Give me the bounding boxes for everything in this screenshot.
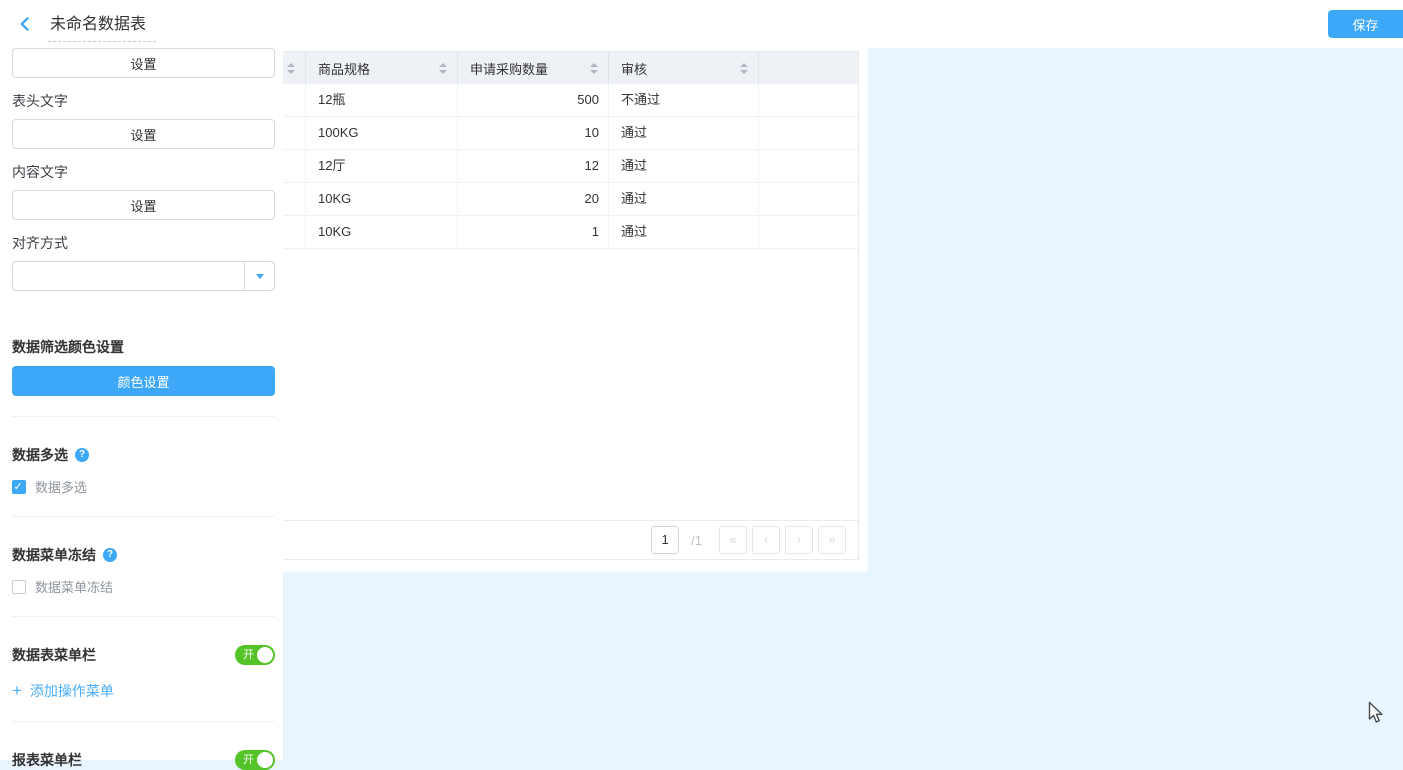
menu-freeze-title: 数据菜单冻结 ? [12,545,275,565]
pager-controls: 1 /1 « ‹ › » [651,526,846,554]
sort-arrows-icon[interactable] [439,63,447,74]
add-action-menu-link[interactable]: + 添加操作菜单 [12,681,275,701]
cell-product-spec: 100KG [306,117,458,149]
color-settings-button[interactable]: 颜色设置 [12,366,275,396]
column-label: 申请采购数量 [470,59,548,78]
mouse-cursor [1368,701,1386,725]
cell-product-spec: 10KG [306,183,458,215]
back-chevron-icon [16,15,34,33]
multi-select-title: 数据多选 ? [12,445,275,465]
table-menu-title: 数据表菜单栏 [12,645,96,665]
sort-arrows-icon[interactable] [740,63,748,74]
cell-purchase-qty: 12 [458,150,609,182]
column-header-product-spec[interactable]: 商品规格 [306,52,458,84]
page-title[interactable]: 未命名数据表 [48,7,156,42]
column-label: 商品规格 [318,59,370,78]
cell-purchase-qty: 1 [458,216,609,248]
cell-empty [759,183,858,215]
report-menu-row: 报表菜单栏 开 [12,750,275,770]
cell-empty [759,150,858,182]
cell-purchase-qty: 500 [458,84,609,116]
sort-arrows-icon[interactable] [287,63,295,74]
help-icon[interactable]: ? [75,448,89,462]
toggle-on-switch[interactable]: 开 [235,750,275,770]
back-button[interactable] [12,11,38,37]
checkbox-label: 数据多选 [35,477,87,496]
cell-review: 通过 [609,183,759,215]
cell-empty [759,117,858,149]
divider [12,616,275,617]
column-header-empty [759,52,858,84]
chevron-down-icon [244,262,274,290]
cell-product-spec: 12瓶 [306,84,458,116]
report-menu-title: 报表菜单栏 [12,750,82,770]
divider [12,721,275,722]
cell-review: 不通过 [609,84,759,116]
theme-color-set-button[interactable]: 设置 [12,48,275,78]
save-button[interactable]: 保存 [1328,10,1403,38]
header-text-label: 表头文字 [12,91,275,111]
alignment-value [13,262,244,290]
top-bar: 未命名数据表 保存 [0,0,1403,48]
checkbox-label: 数据菜单冻结 [35,577,113,596]
column-header-purchase-qty[interactable]: 申请采购数量 [458,52,609,84]
cell-product-spec: 12厅 [306,150,458,182]
current-page-input[interactable]: 1 [651,526,679,554]
cell-review: 通过 [609,216,759,248]
settings-panel: 主题色 设置 表头文字 设置 内容文字 设置 对齐方式 数据筛选颜色设置 颜色设… [0,0,283,760]
divider [12,516,275,517]
divider [12,416,275,417]
cell-empty [759,84,858,116]
cell-purchase-qty: 20 [458,183,609,215]
cell-purchase-qty: 10 [458,117,609,149]
prev-page-button[interactable]: ‹ [752,526,780,554]
header-text-set-button[interactable]: 设置 [12,119,275,149]
cell-review: 通过 [609,117,759,149]
cell-review: 通过 [609,150,759,182]
multi-select-checkbox-row[interactable]: 数据多选 [12,477,275,496]
column-label: 审核 [621,59,647,78]
plus-icon: + [12,681,22,701]
filter-color-title: 数据筛选颜色设置 [12,337,275,357]
sort-arrows-icon[interactable] [590,63,598,74]
add-action-menu-label: 添加操作菜单 [30,681,114,701]
next-page-button[interactable]: › [785,526,813,554]
alignment-label: 对齐方式 [12,233,275,253]
last-page-button[interactable]: » [818,526,846,554]
help-icon[interactable]: ? [103,548,117,562]
page-total-label: /1 [691,533,702,548]
cell-empty [759,216,858,248]
checkbox-checked-icon[interactable] [12,480,26,494]
column-header-review[interactable]: 审核 [609,52,759,84]
menu-freeze-checkbox-row[interactable]: 数据菜单冻结 [12,577,275,596]
first-page-button[interactable]: « [719,526,747,554]
toggle-on-switch[interactable]: 开 [235,645,275,665]
content-text-label: 内容文字 [12,162,275,182]
content-text-set-button[interactable]: 设置 [12,190,275,220]
alignment-select[interactable] [12,261,275,291]
checkbox-unchecked-icon[interactable] [12,580,26,594]
table-menu-row: 数据表菜单栏 开 [12,645,275,665]
cell-product-spec: 10KG [306,216,458,248]
